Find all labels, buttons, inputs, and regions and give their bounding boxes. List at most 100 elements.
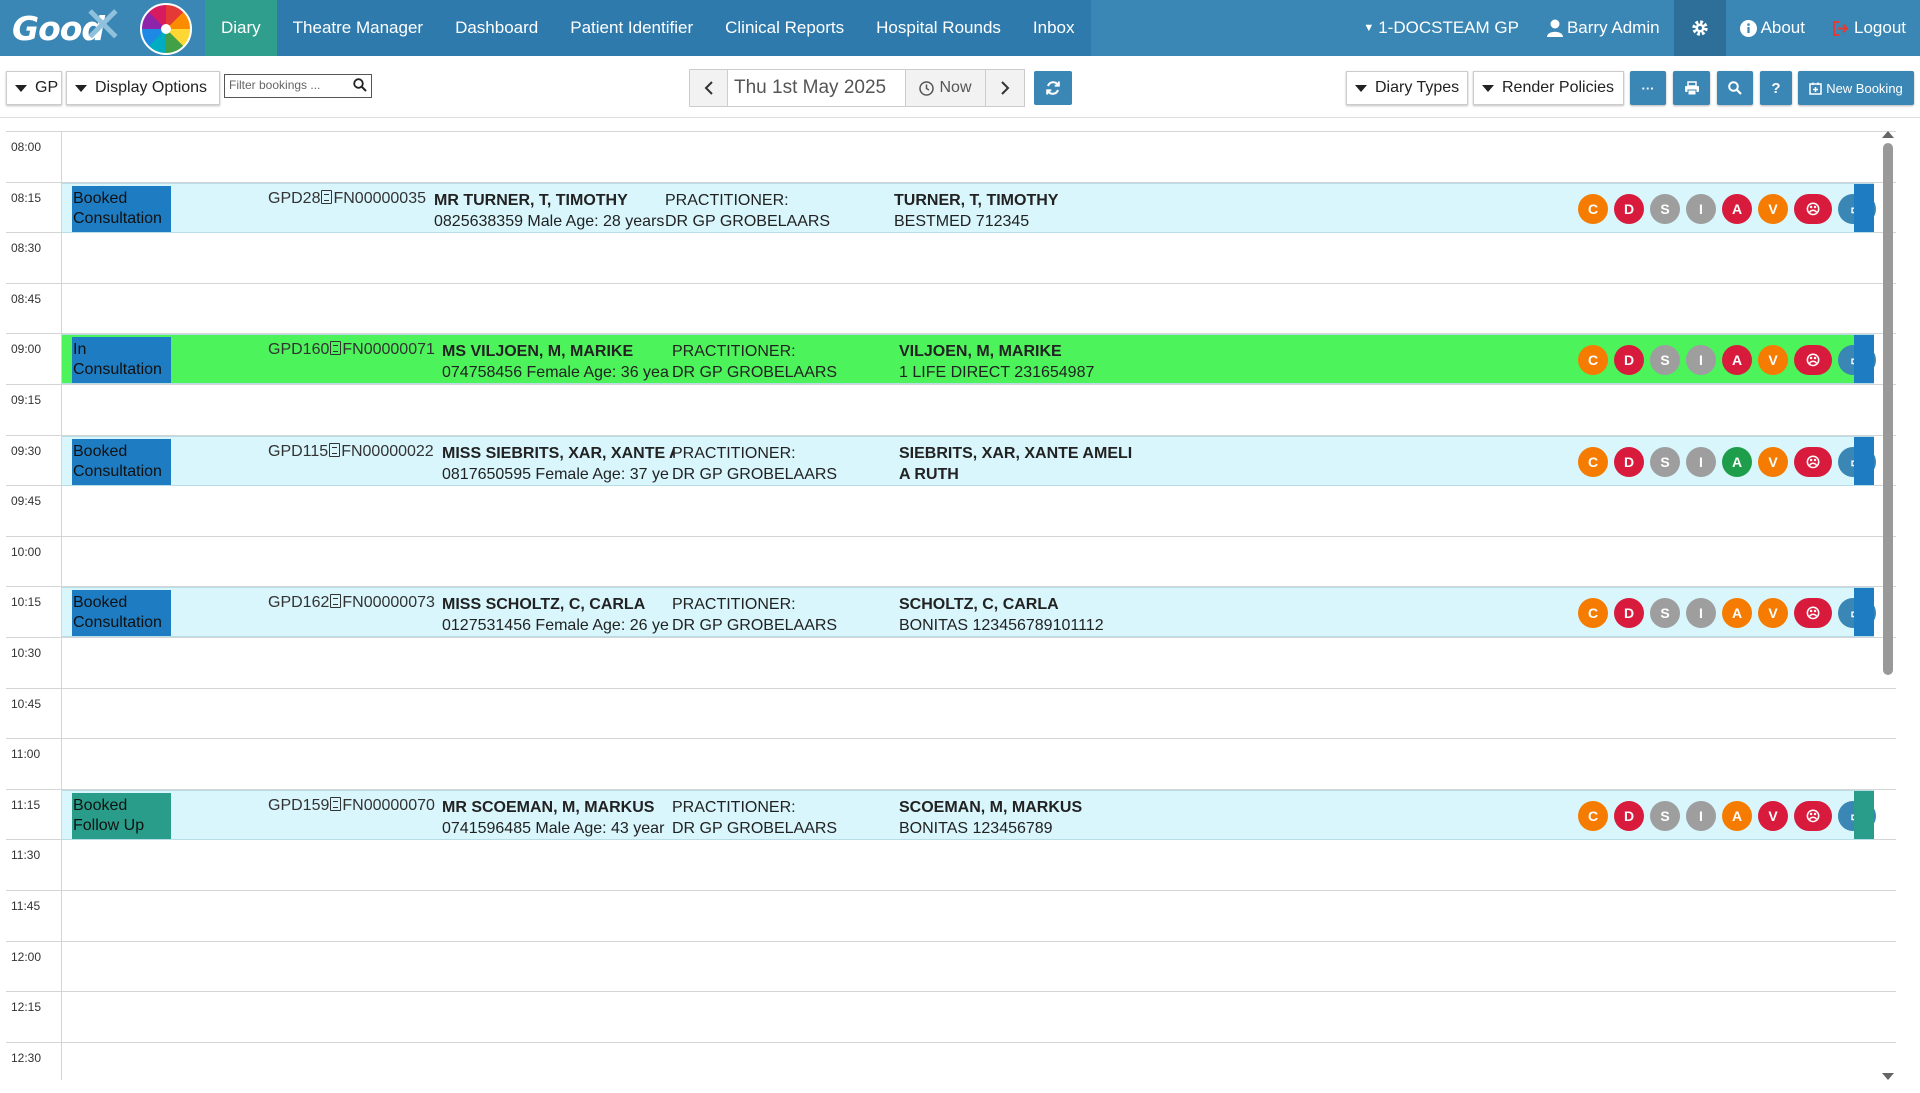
nav-hospital-rounds[interactable]: Hospital Rounds	[860, 0, 1017, 56]
time-slot[interactable]: 11:30	[6, 839, 1896, 890]
nav-theatre-manager[interactable]: Theatre Manager	[277, 0, 439, 56]
verify-badge[interactable]: V	[1758, 801, 1788, 831]
sad-face-icon[interactable]: ☹	[1794, 598, 1832, 628]
prev-day-button[interactable]	[690, 70, 728, 106]
booking-row[interactable]: Booked Follow Up GPD159 FN00000070 MR SCO…	[62, 790, 1876, 840]
diary-types-dropdown[interactable]: Diary Types	[1346, 71, 1468, 105]
invoice-badge[interactable]: I	[1686, 447, 1716, 477]
diagnosis-badge[interactable]: D	[1614, 345, 1644, 375]
verify-badge[interactable]: V	[1758, 447, 1788, 477]
goodx-logo[interactable]: Good ✕	[0, 0, 205, 56]
diagnosis-badge[interactable]: D	[1614, 447, 1644, 477]
time-slot[interactable]: 11:00	[6, 738, 1896, 789]
search-button[interactable]	[1717, 71, 1753, 105]
script-badge[interactable]: S	[1650, 801, 1680, 831]
new-booking-button[interactable]: New Booking	[1798, 71, 1914, 105]
time-slot[interactable]: 09:15	[6, 384, 1896, 435]
date-display[interactable]: Thu 1st May 2025	[728, 70, 906, 106]
settings-button[interactable]	[1673, 0, 1726, 56]
consult-badge[interactable]: C	[1578, 801, 1608, 831]
script-badge[interactable]: S	[1650, 345, 1680, 375]
print-button[interactable]	[1673, 71, 1710, 105]
time-slot[interactable]: 10:30	[6, 637, 1896, 688]
time-slot[interactable]: 10:45	[6, 688, 1896, 739]
time-slot[interactable]: 08:30	[6, 232, 1896, 283]
time-slot[interactable]: 09:45	[6, 485, 1896, 536]
invoice-badge[interactable]: I	[1686, 801, 1716, 831]
scroll-down-arrow[interactable]	[1882, 1073, 1894, 1080]
diagnosis-badge[interactable]: D	[1614, 598, 1644, 628]
gp-dropdown[interactable]: GP	[6, 71, 62, 105]
render-policies-dropdown[interactable]: Render Policies	[1473, 71, 1624, 105]
account-badge[interactable]: A	[1722, 801, 1752, 831]
account-badge[interactable]: A	[1722, 598, 1752, 628]
practice-selector[interactable]: ▼ 1-DOCSTEAM GP	[1349, 0, 1533, 56]
nav-dashboard[interactable]: Dashboard	[439, 0, 554, 56]
invoice-badge[interactable]: I	[1686, 345, 1716, 375]
about-link[interactable]: About	[1726, 0, 1819, 56]
invoice-badge[interactable]: I	[1686, 194, 1716, 224]
patient-info[interactable]: MR TURNER, T, TIMOTHY 0825638359 Male Ag…	[434, 190, 666, 232]
script-badge[interactable]: S	[1650, 447, 1680, 477]
patient-info[interactable]: MR SCOEMAN, M, MARKUS 0741596485 Male Ag…	[442, 797, 674, 839]
sad-face-icon[interactable]: ☹	[1794, 194, 1832, 224]
script-badge[interactable]: S	[1650, 598, 1680, 628]
logout-link[interactable]: Logout	[1819, 0, 1920, 56]
document-icon[interactable]	[330, 797, 342, 811]
consult-badge[interactable]: C	[1578, 447, 1608, 477]
help-button[interactable]: ?	[1760, 71, 1792, 105]
diary-scrollbar[interactable]	[1878, 131, 1896, 1080]
nav-patient-identifier[interactable]: Patient Identifier	[554, 0, 709, 56]
document-icon[interactable]	[329, 443, 341, 457]
scroll-up-arrow[interactable]	[1882, 131, 1894, 138]
user-menu[interactable]: Barry Admin	[1533, 0, 1674, 56]
nav-inbox[interactable]: Inbox	[1017, 0, 1091, 56]
nav-clinical-reports[interactable]: Clinical Reports	[709, 0, 860, 56]
slot-time: 09:45	[11, 494, 42, 508]
consult-badge[interactable]: C	[1578, 345, 1608, 375]
booking-row[interactable]: Booked Consultation GPD115 FN00000022 MIS…	[62, 436, 1876, 486]
more-options-button[interactable]: ···	[1630, 71, 1666, 105]
document-icon[interactable]	[321, 190, 333, 204]
time-slot[interactable]: 11:45	[6, 890, 1896, 941]
patient-info[interactable]: MISS SCHOLTZ, C, CARLA 0127531456 Female…	[442, 594, 674, 636]
invoice-badge[interactable]: I	[1686, 598, 1716, 628]
document-icon[interactable]	[330, 594, 342, 608]
patient-info[interactable]: MS VILJOEN, M, MARIKE 074758456 Female A…	[442, 341, 674, 383]
consult-badge[interactable]: C	[1578, 598, 1608, 628]
now-button[interactable]: Now	[906, 70, 986, 106]
account-badge[interactable]: A	[1722, 345, 1752, 375]
time-slot[interactable]: 12:30	[6, 1042, 1896, 1093]
display-options-dropdown[interactable]: Display Options	[66, 71, 220, 105]
verify-badge[interactable]: V	[1758, 345, 1788, 375]
time-slot[interactable]: 08:45	[6, 283, 1896, 334]
script-badge[interactable]: S	[1650, 194, 1680, 224]
next-day-button[interactable]	[986, 70, 1024, 106]
time-slot[interactable]: 12:00	[6, 941, 1896, 992]
scroll-thumb[interactable]	[1883, 143, 1893, 675]
time-slot[interactable]: 12:15	[6, 991, 1896, 1042]
time-slot[interactable]: 08:00	[6, 131, 1896, 182]
filter-bookings-input[interactable]: Filter bookings ...	[224, 74, 372, 98]
document-icon[interactable]	[330, 341, 342, 355]
sad-face-icon[interactable]: ☹	[1794, 447, 1832, 477]
diagnosis-badge[interactable]: D	[1614, 801, 1644, 831]
verify-badge[interactable]: V	[1758, 598, 1788, 628]
consult-badge[interactable]: C	[1578, 194, 1608, 224]
search-icon[interactable]	[353, 78, 367, 92]
patient-name: MISS SIEBRITS, XAR, XANTE A	[442, 445, 674, 462]
booking-row[interactable]: In Consultation GPD160 FN00000071 MS VILJ…	[62, 334, 1876, 384]
sad-face-icon[interactable]: ☹	[1794, 345, 1832, 375]
booking-row[interactable]: Booked Consultation GPD28 FN00000035 MR T…	[62, 183, 1876, 233]
sad-face-icon[interactable]: ☹	[1794, 801, 1832, 831]
nav-diary[interactable]: Diary	[205, 0, 277, 56]
account-badge[interactable]: A	[1722, 194, 1752, 224]
verify-badge[interactable]: V	[1758, 194, 1788, 224]
booking-row[interactable]: Booked Consultation GPD162 FN00000073 MIS…	[62, 587, 1876, 637]
patient-info[interactable]: MISS SIEBRITS, XAR, XANTE A 0817650595 F…	[442, 443, 674, 485]
time-slot[interactable]: 10:00	[6, 536, 1896, 587]
refresh-button[interactable]	[1034, 71, 1072, 105]
diagnosis-badge[interactable]: D	[1614, 194, 1644, 224]
render-policies-label: Render Policies	[1502, 79, 1615, 96]
account-badge[interactable]: A	[1722, 447, 1752, 477]
